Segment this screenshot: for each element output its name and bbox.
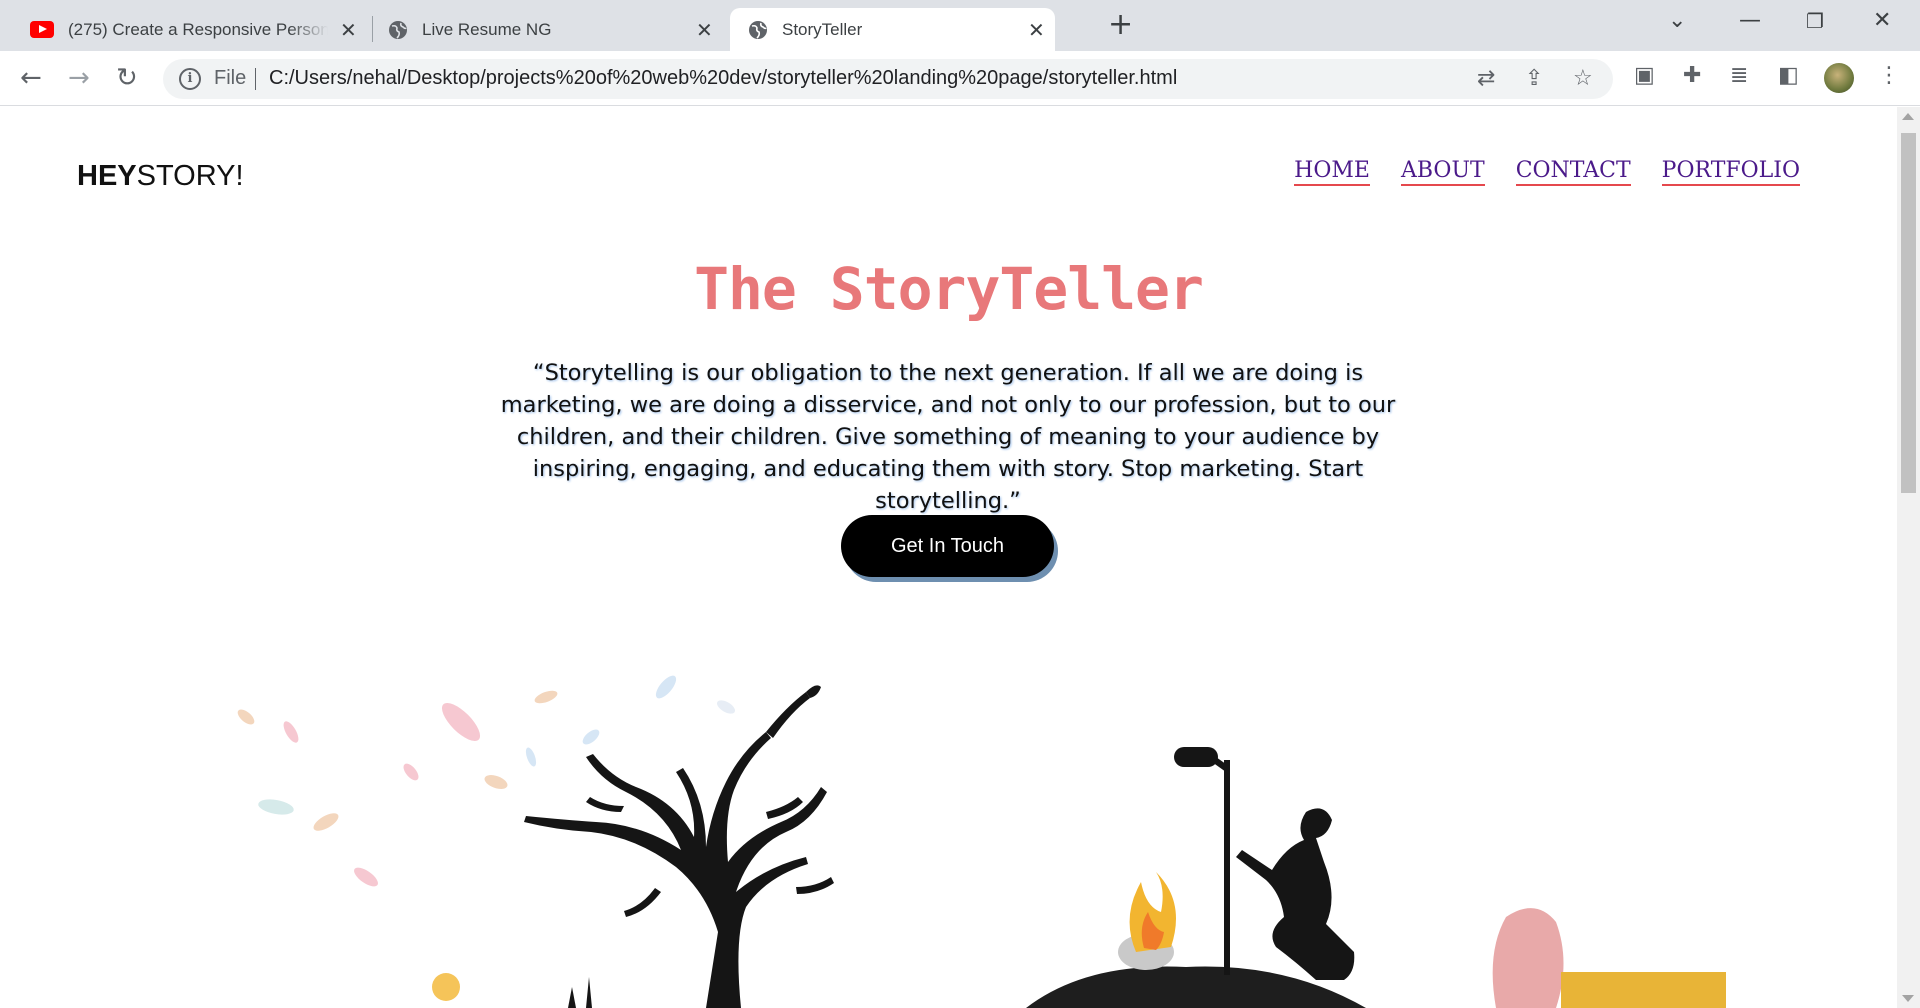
profile-avatar[interactable]: [1824, 63, 1854, 93]
hero-quote: “Storytelling is our obligation to the n…: [500, 360, 1396, 514]
reload-button[interactable]: ↻: [116, 63, 138, 93]
get-in-touch-button[interactable]: Get In Touch: [841, 515, 1054, 577]
youtube-icon: [30, 21, 54, 38]
brand-bold: HEY: [77, 160, 137, 192]
nav-portfolio-link[interactable]: PORTFOLIO: [1661, 158, 1800, 186]
scroll-thumb[interactable]: [1901, 133, 1916, 493]
browser-toolbar: ← → ↻ i File C:/Users/nehal/Desktop/proj…: [0, 51, 1920, 106]
tab-youtube[interactable]: (275) Create a Responsive Person ✕: [18, 8, 368, 51]
tab-search-icon[interactable]: ⌄: [1668, 8, 1686, 34]
address-bar[interactable]: i File C:/Users/nehal/Desktop/projects%2…: [163, 59, 1613, 99]
brand-logo[interactable]: HEYSTORY!: [77, 160, 244, 193]
translate-icon[interactable]: ⇄: [1477, 65, 1495, 93]
storytelling-illustration: [237, 675, 1726, 1008]
scheme-label: File: [214, 67, 247, 89]
tab-title: StoryTeller: [782, 19, 863, 39]
scroll-down-arrow[interactable]: [1902, 995, 1914, 1002]
close-tab-icon[interactable]: ✕: [340, 20, 357, 40]
campfire-scene: [1026, 747, 1366, 1008]
lantern-glow: [432, 973, 460, 1001]
forward-button[interactable]: →: [68, 63, 90, 93]
tab-storyteller[interactable]: StoryTeller ✕: [730, 8, 1055, 51]
globe-icon: [389, 20, 407, 39]
tab-separator: [372, 16, 373, 42]
nav-about-link[interactable]: ABOUT: [1400, 158, 1485, 186]
decorative-shapes: [1492, 908, 1726, 1008]
tab-title: (275) Create a Responsive Person: [68, 19, 328, 39]
nav-contact-link[interactable]: CONTACT: [1515, 158, 1631, 186]
page-scrollbar[interactable]: [1897, 107, 1920, 1008]
nav-home-link[interactable]: HOME: [1294, 158, 1370, 186]
side-panel-icon[interactable]: ◧: [1778, 62, 1799, 90]
new-tab-button[interactable]: +: [1108, 10, 1133, 40]
back-button[interactable]: ←: [20, 63, 42, 93]
restore-button[interactable]: ❐: [1806, 8, 1824, 34]
extension-pocket-icon[interactable]: ▣: [1634, 62, 1655, 90]
address-divider: [255, 68, 256, 90]
tab-live-resume[interactable]: Live Resume NG ✕: [376, 8, 722, 51]
close-tab-icon[interactable]: ✕: [1028, 20, 1045, 40]
info-icon[interactable]: i: [179, 68, 201, 90]
menu-dots-icon[interactable]: ⋮: [1878, 62, 1900, 90]
close-tab-icon[interactable]: ✕: [696, 20, 713, 40]
brand-rest: STORY!: [136, 160, 244, 192]
tab-title: Live Resume NG: [422, 19, 552, 39]
page-viewport: HEYSTORY! HOME ABOUT CONTACT PORTFOLIO T…: [0, 107, 1897, 1008]
main-nav: HOME ABOUT CONTACT PORTFOLIO: [1294, 158, 1800, 186]
minimize-button[interactable]: —: [1739, 8, 1761, 34]
hero-title: The StoryTeller: [694, 255, 1204, 323]
scroll-up-arrow[interactable]: [1902, 113, 1914, 120]
media-queue-icon[interactable]: ≣: [1730, 62, 1748, 90]
flying-leaves: [237, 675, 736, 887]
close-window-button[interactable]: ✕: [1873, 8, 1891, 34]
tab-strip: (275) Create a Responsive Person ✕ Live …: [0, 0, 1920, 51]
share-icon[interactable]: ⇪: [1525, 65, 1543, 93]
tree-silhouette: [524, 685, 834, 1008]
url-text[interactable]: C:/Users/nehal/Desktop/projects%20of%20w…: [269, 67, 1177, 90]
globe-icon: [749, 20, 767, 39]
bookmark-star-icon[interactable]: ☆: [1573, 65, 1593, 93]
extensions-puzzle-icon[interactable]: ✚: [1683, 62, 1701, 90]
